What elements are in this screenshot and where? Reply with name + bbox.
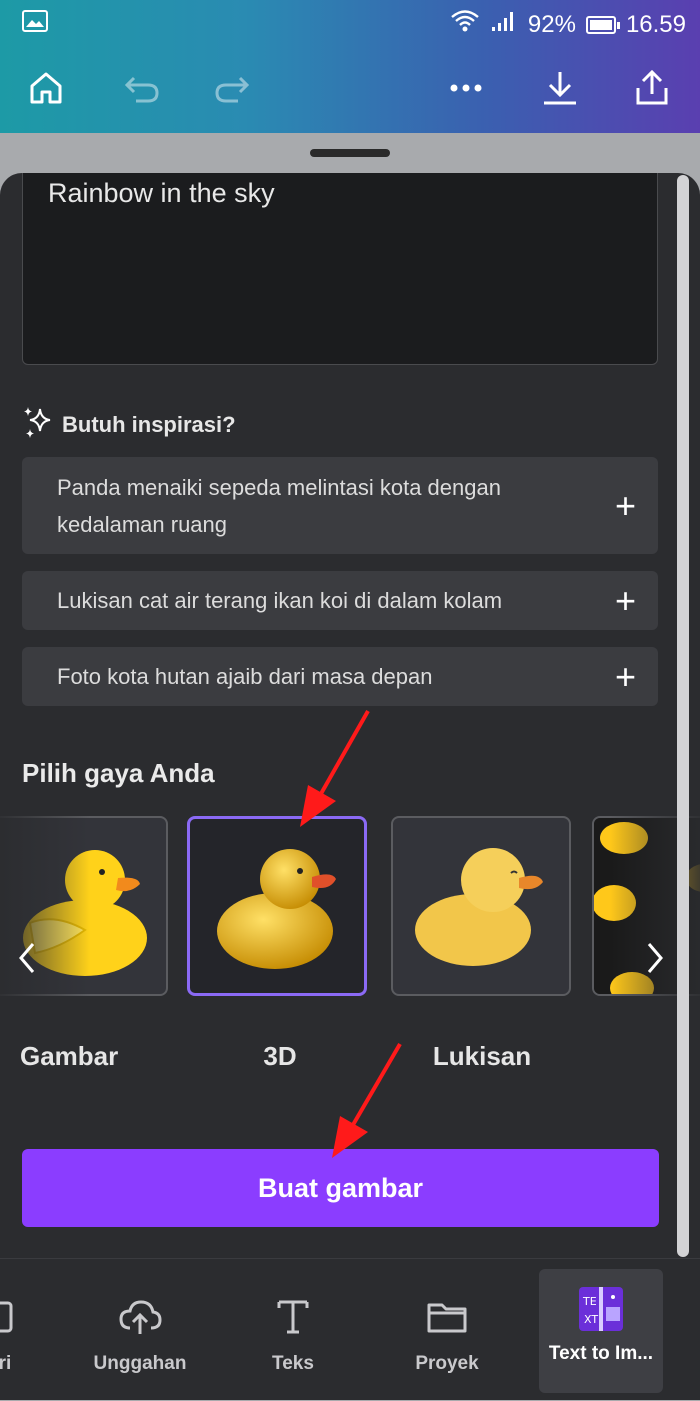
redo-icon[interactable] — [210, 66, 254, 110]
nav-item-proyek[interactable]: Proyek — [397, 1259, 497, 1401]
nav-label: ri — [0, 1353, 12, 1374]
panel-scrollbar[interactable] — [677, 175, 689, 1257]
undo-icon[interactable] — [120, 66, 164, 110]
suggestion-text: Foto kota hutan ajaib dari masa depan — [57, 664, 433, 689]
style-label-3d: 3D — [263, 1041, 297, 1071]
nav-item-teks[interactable]: Teks — [243, 1259, 343, 1401]
carousel-prev-icon[interactable] — [12, 943, 42, 973]
cloud-upload-icon — [118, 1297, 162, 1337]
duck-3d-image — [217, 849, 336, 969]
style-card-lukisan[interactable] — [391, 816, 571, 996]
inspiration-header: Butuh inspirasi? — [22, 405, 236, 444]
home-icon[interactable] — [24, 66, 68, 110]
sparkle-icon — [22, 405, 52, 444]
inspiration-title: Butuh inspirasi? — [62, 411, 236, 437]
more-icon[interactable] — [444, 66, 488, 110]
bottom-nav: ri Unggahan Teks Proyek TE XT Text to Im.… — [0, 1258, 700, 1400]
suggestion-item[interactable]: Foto kota hutan ajaib dari masa depan + — [22, 647, 658, 706]
style-section-title: Pilih gaya Anda — [22, 758, 215, 788]
text-to-image-panel: Rainbow in the sky Butuh inspirasi? Pand… — [0, 173, 700, 1263]
nav-label: Text to Im... — [548, 1343, 654, 1364]
text-to-image-icon: TE XT — [577, 1287, 625, 1331]
nav-label: Teks — [272, 1353, 314, 1374]
top-app-bar: 92% 16.59 — [0, 0, 700, 133]
nav-item-text-to-image[interactable]: TE XT Text to Im... — [539, 1269, 663, 1393]
download-icon[interactable] — [538, 66, 582, 110]
svg-text:XT: XT — [584, 1313, 598, 1326]
battery-icon — [585, 15, 620, 34]
carousel-next-icon[interactable] — [640, 943, 670, 973]
battery-percent: 92% — [527, 10, 576, 38]
share-icon[interactable] — [630, 66, 674, 110]
nav-item-unggahan[interactable]: Unggahan — [80, 1259, 200, 1401]
nav-label: Proyek — [415, 1353, 479, 1374]
status-bar: 92% 16.59 — [0, 0, 700, 46]
gallery-notification-icon — [22, 10, 48, 37]
sheet-drag-handle[interactable] — [310, 149, 390, 157]
editor-toolbar — [0, 60, 700, 116]
clock: 16.59 — [625, 10, 686, 38]
suggestion-item[interactable]: Lukisan cat air terang ikan koi di dalam… — [22, 571, 658, 630]
suggestion-item[interactable]: Panda menaiki sepeda melintasi kota deng… — [22, 457, 658, 554]
suggestion-text: Lukisan cat air terang ikan koi di dalam… — [57, 588, 503, 613]
duck-painting-image — [415, 848, 543, 966]
signal-icon — [490, 9, 518, 40]
text-icon — [275, 1297, 311, 1337]
style-label-lukisan: Lukisan — [432, 1041, 532, 1071]
style-card-3d[interactable] — [187, 816, 367, 996]
annotation-arrow-icon — [300, 710, 370, 827]
prompt-input-value: Rainbow in the sky — [48, 178, 275, 208]
wifi-icon — [450, 8, 480, 41]
generate-image-button[interactable]: Buat gambar — [22, 1149, 659, 1227]
style-label-gambar: Gambar — [20, 1041, 119, 1071]
nav-label: Unggahan — [93, 1353, 187, 1374]
nav-item-partial[interactable]: ri — [0, 1259, 30, 1401]
add-icon[interactable]: + — [615, 582, 636, 619]
square-icon — [0, 1297, 15, 1337]
svg-text:TE: TE — [582, 1295, 597, 1308]
add-icon[interactable]: + — [615, 487, 636, 524]
folder-icon — [426, 1297, 468, 1337]
suggestion-text: Panda menaiki sepeda melintasi kota deng… — [57, 474, 501, 537]
prompt-input[interactable]: Rainbow in the sky — [22, 173, 658, 365]
add-icon[interactable]: + — [615, 658, 636, 695]
